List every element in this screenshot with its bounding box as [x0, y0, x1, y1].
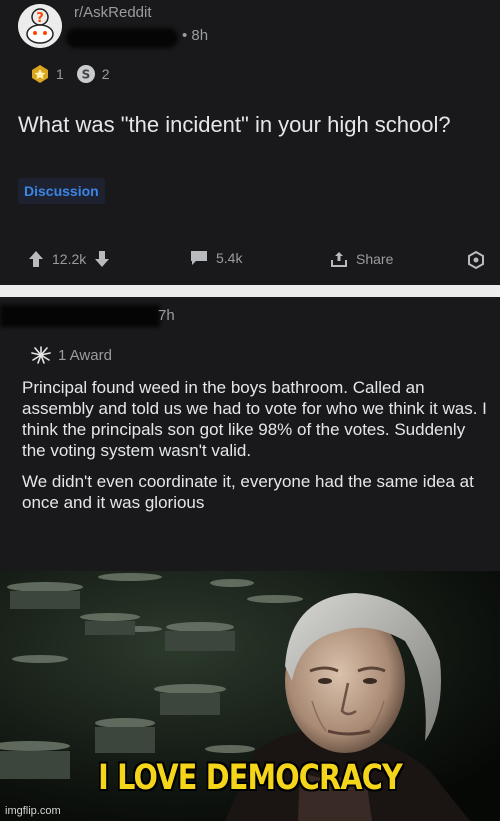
comment-paragraph: We didn't even coordinate it, everyone h…: [22, 472, 474, 512]
post-card: ? r/AskReddit • 8h 1 S 2 What was "the i…: [0, 0, 500, 285]
share-label: Share: [356, 251, 394, 267]
comment-count: 5.4k: [216, 250, 243, 266]
award-label: 1 Award: [58, 346, 112, 364]
redacted-username: [66, 28, 178, 48]
silver-award-icon: S: [76, 65, 95, 83]
redacted-commenter: [0, 305, 160, 327]
share-button[interactable]: Share: [330, 250, 393, 268]
meme-image: I LOVE DEMOCRACY imgflip.com: [0, 571, 500, 821]
svg-text:S: S: [81, 68, 90, 82]
comment-paragraph: Principal found weed in the boys bathroo…: [22, 378, 487, 460]
comment-body: Principal found weed in the boys bathroo…: [22, 377, 492, 513]
subreddit-avatar[interactable]: ?: [18, 4, 62, 48]
gold-award-count: 1: [56, 66, 64, 82]
reddit-alien-icon: ?: [18, 4, 62, 48]
comment-bubble-icon: [191, 251, 207, 265]
meme-caption: I LOVE DEMOCRACY: [98, 758, 403, 798]
share-icon: [331, 252, 347, 267]
vote-count: 12.2k: [52, 251, 87, 267]
give-award-button[interactable]: [466, 250, 486, 270]
downvote-arrow-icon[interactable]: [94, 250, 110, 268]
post-flair[interactable]: Discussion: [18, 178, 105, 204]
comment-awards[interactable]: 1 Award: [30, 345, 112, 365]
award-badge-icon: [468, 250, 484, 270]
subreddit-name[interactable]: r/AskReddit: [74, 4, 152, 21]
svg-text:?: ?: [36, 11, 44, 26]
comment-card: 7h 1 Award Principal found weed in the b…: [0, 297, 500, 571]
upvote-arrow-icon[interactable]: [28, 250, 44, 268]
post-action-bar: 12.2k 5.4k Share: [0, 250, 500, 274]
watermark: imgflip.com: [5, 805, 61, 817]
comments-button[interactable]: 5.4k: [190, 250, 242, 266]
post-title[interactable]: What was "the incident" in your high sch…: [18, 110, 488, 139]
panel-separator: [0, 285, 500, 297]
gold-award-icon: [32, 65, 48, 83]
post-awards[interactable]: 1 S 2: [30, 64, 110, 84]
vote-control: 12.2k: [28, 250, 110, 268]
award-burst-icon: [31, 346, 51, 364]
silver-award-count: 2: [101, 66, 110, 82]
post-time: • 8h: [182, 27, 209, 44]
comment-time: 7h: [158, 307, 175, 324]
